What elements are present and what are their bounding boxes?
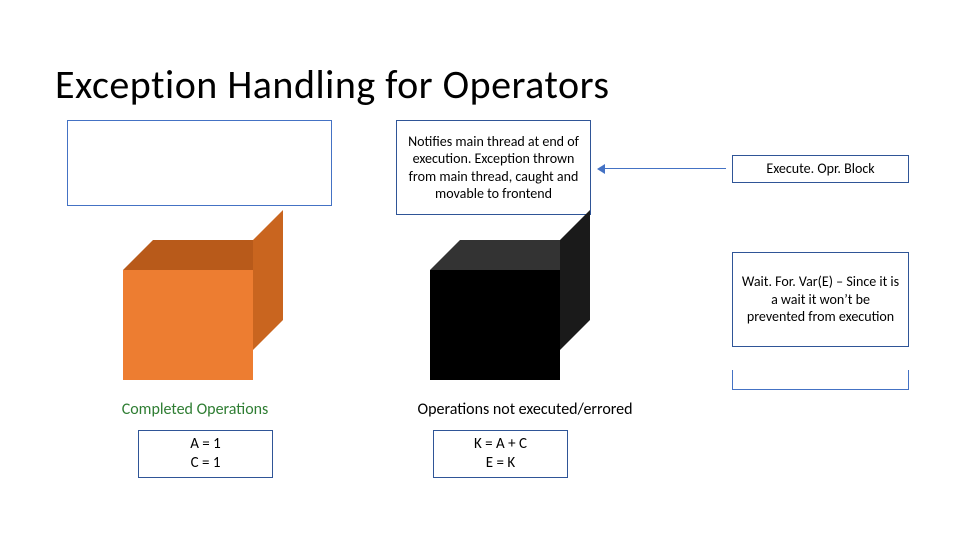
cube-face: [123, 270, 253, 380]
cube-face: [253, 210, 283, 350]
cube-face: [560, 210, 590, 350]
empty-box-top-left: [67, 120, 332, 206]
waitfor-connector: [732, 370, 909, 390]
black-cube: [430, 240, 590, 380]
completed-code-box: A = 1 C = 1: [138, 430, 273, 478]
completed-label: Completed Operations: [95, 400, 295, 419]
orange-cube: [123, 240, 283, 380]
arrow-execute-to-notifies: [600, 168, 726, 169]
code-lines: K = A + C E = K: [474, 435, 527, 473]
code-line: C = 1: [190, 454, 221, 473]
code-lines: A = 1 C = 1: [190, 435, 221, 473]
cube-face: [430, 270, 560, 380]
waitfor-box: Wait. For. Var(E) – Since it is a wait i…: [732, 252, 909, 347]
code-line: A = 1: [190, 435, 221, 454]
not-executed-code-box: K = A + C E = K: [433, 430, 568, 478]
code-line: K = A + C: [474, 435, 527, 454]
execute-box: Execute. Opr. Block: [732, 155, 909, 183]
code-line: E = K: [474, 454, 527, 473]
notifies-box: Notifies main thread at end of execution…: [396, 120, 591, 215]
slide-title: Exception Handling for Operators: [55, 60, 609, 109]
slide: Exception Handling for Operators Notifie…: [0, 0, 960, 540]
not-executed-label: Operations not executed/errored: [380, 400, 670, 419]
